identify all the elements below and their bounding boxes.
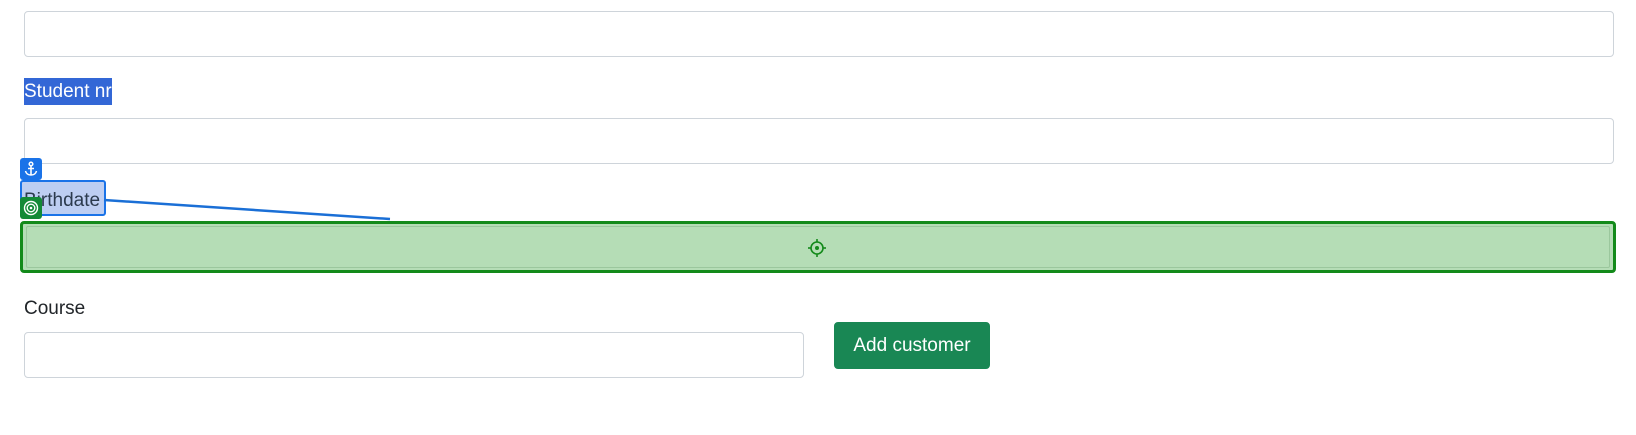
student-nr-field[interactable] [24, 118, 1614, 164]
target-icon[interactable] [20, 197, 42, 219]
course-field[interactable] [24, 332, 804, 378]
customer-form: Student nr Birthdate Course Add customer [0, 0, 1636, 435]
course-label: Course [24, 298, 86, 319]
add-customer-button[interactable]: Add customer [834, 322, 990, 369]
student-nr-label: Student nr [24, 78, 112, 105]
crosshair-icon [808, 239, 826, 257]
top-text-field[interactable] [24, 11, 1614, 57]
anchor-icon[interactable] [20, 158, 42, 180]
